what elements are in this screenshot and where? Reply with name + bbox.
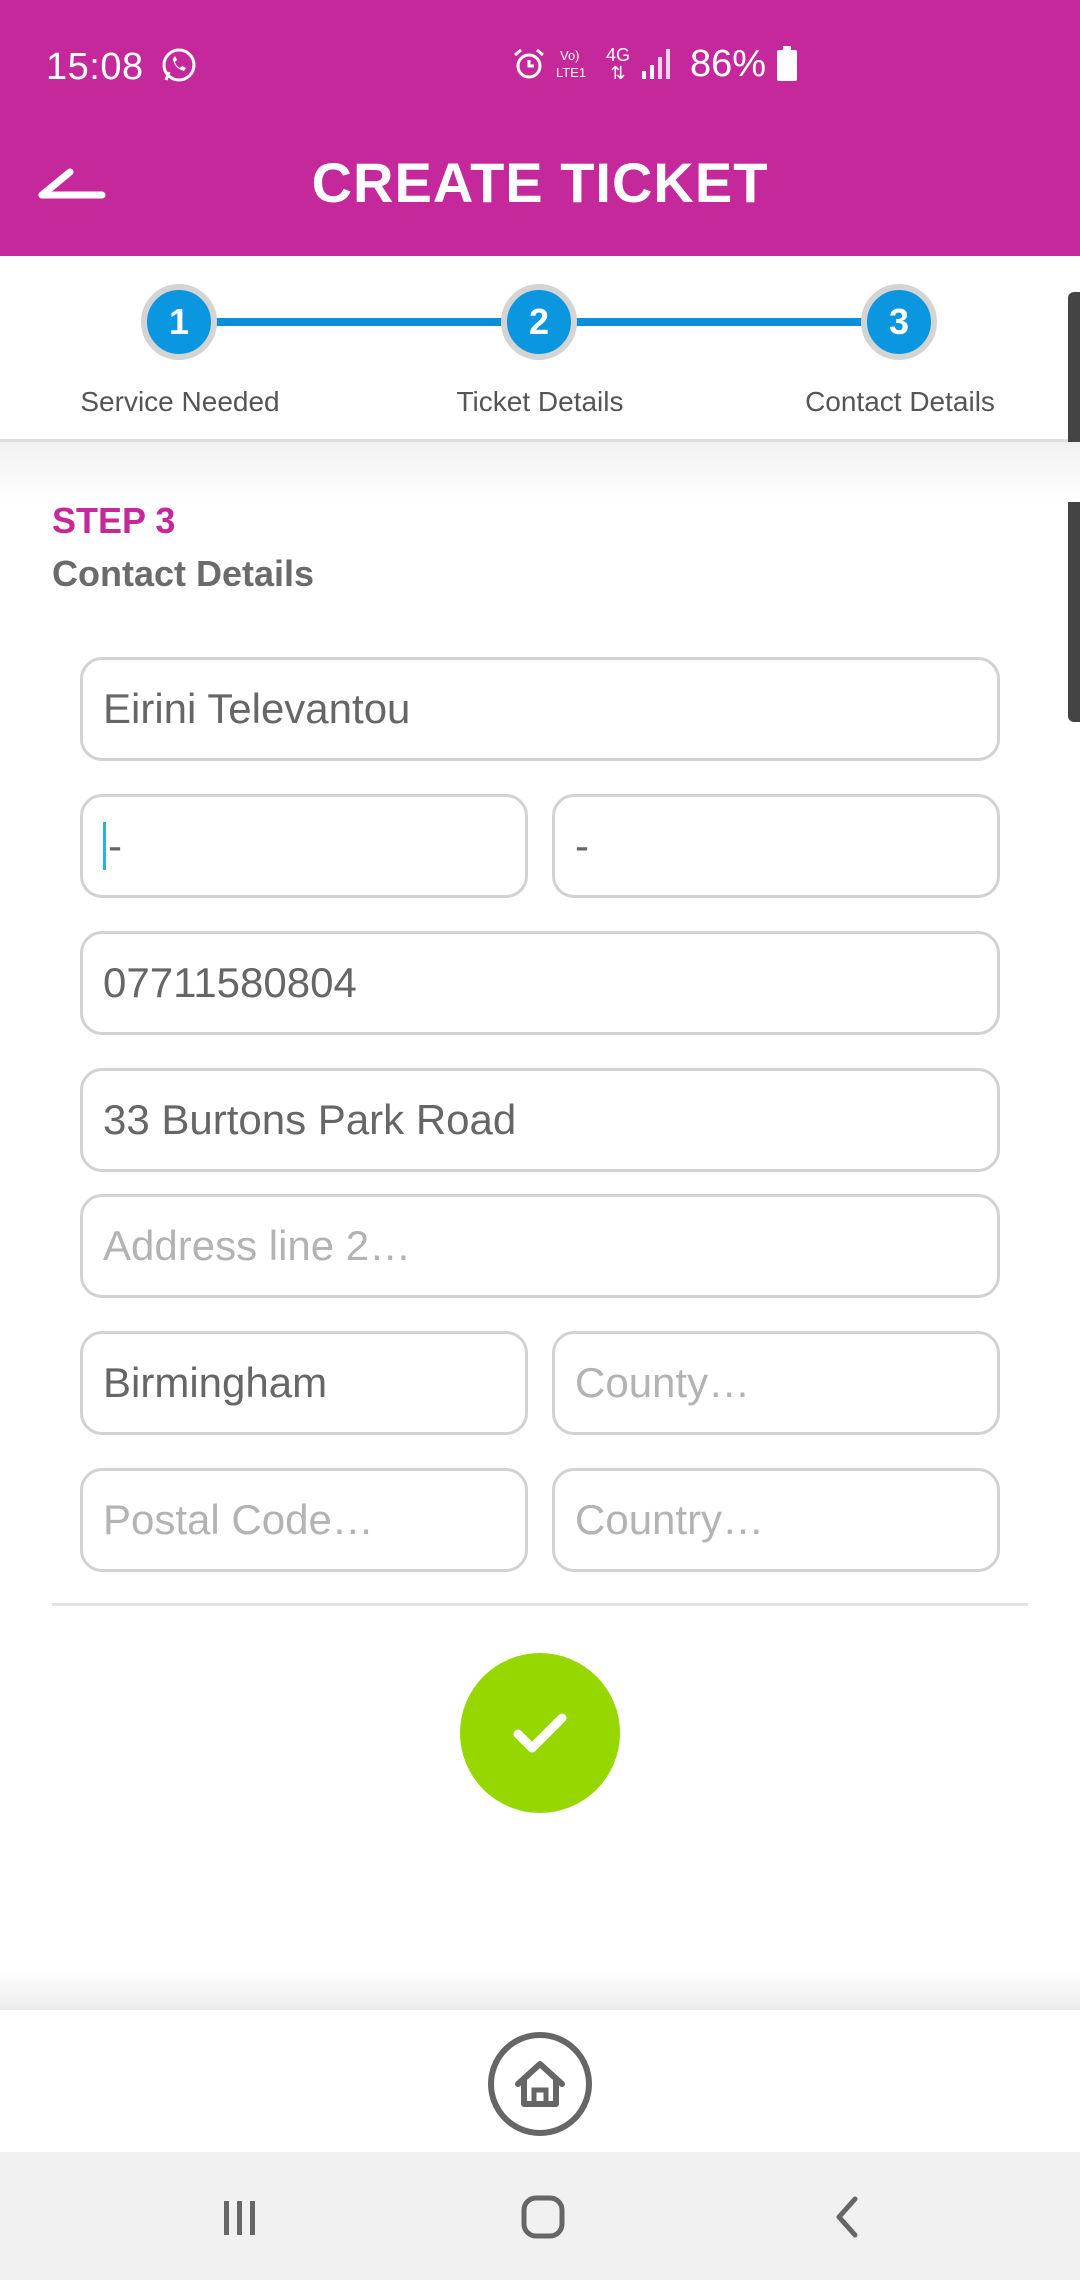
battery-percent: 86% <box>690 42 767 85</box>
bottom-shadow <box>0 1970 1080 2010</box>
progress-stepper: 1 2 3 Service Needed Ticket Details Cont… <box>0 256 1080 442</box>
svg-text:Vo): Vo) <box>560 48 580 63</box>
signal-icon <box>642 49 671 79</box>
status-bar: 15:08 Vo) LTE1 4G ⇅ 86% <box>0 0 1080 130</box>
section-shadow <box>0 442 1080 502</box>
system-nav-bar <box>0 2152 1080 2280</box>
country-placeholder: Country… <box>575 1496 765 1543</box>
step-3-indicator[interactable]: 3 <box>861 284 937 360</box>
nav-home-button[interactable] <box>508 2182 578 2252</box>
postal-code-placeholder: Postal Code… <box>103 1496 374 1543</box>
home-icon <box>515 2061 565 2107</box>
address-line-1-field[interactable]: 33 Burtons Park Road <box>80 1068 1000 1172</box>
phone-value: 07711580804 <box>103 959 357 1006</box>
checkmark-icon <box>513 1713 567 1753</box>
scrollbar[interactable] <box>1068 292 1080 722</box>
home-button[interactable] <box>488 2032 592 2136</box>
contact-field-a[interactable]: - <box>80 794 528 898</box>
county-field[interactable]: County… <box>552 1331 1000 1435</box>
recents-button[interactable] <box>205 2182 275 2252</box>
city-field[interactable]: Birmingham <box>80 1331 528 1435</box>
field-b-value: - <box>575 822 589 869</box>
phone-field[interactable]: 07711580804 <box>80 931 1000 1035</box>
app-header: 15:08 Vo) LTE1 4G ⇅ 86% CREATE TICKET <box>0 0 1080 256</box>
step-1-indicator[interactable]: 1 <box>141 284 217 360</box>
section-title: Contact Details <box>52 553 315 594</box>
text-cursor <box>103 822 106 870</box>
whatsapp-icon <box>162 48 196 82</box>
alarm-icon <box>514 48 544 79</box>
address-line-2-placeholder: Address line 2… <box>103 1222 412 1269</box>
page-title: CREATE TICKET <box>311 151 769 214</box>
submit-button[interactable] <box>460 1653 620 1813</box>
postal-code-field[interactable]: Postal Code… <box>80 1468 528 1572</box>
form-divider <box>52 1603 1028 1606</box>
status-time: 15:08 <box>46 46 144 88</box>
step-1-label: Service Needed <box>80 386 280 417</box>
country-field[interactable]: Country… <box>552 1468 1000 1572</box>
address-line-2-field[interactable]: Address line 2… <box>80 1194 1000 1298</box>
volte-icon: Vo) LTE1 <box>556 48 586 80</box>
svg-text:LTE1: LTE1 <box>556 65 586 80</box>
address-line-1-value: 33 Burtons Park Road <box>103 1096 517 1143</box>
network-type: 4G ⇅ <box>606 45 631 83</box>
step-2-label: Ticket Details <box>456 386 624 417</box>
step-kicker: STEP 3 <box>52 500 176 541</box>
nav-back-icon <box>836 2196 858 2238</box>
county-placeholder: County… <box>575 1359 751 1406</box>
nav-home-icon <box>521 2195 565 2239</box>
status-icons: Vo) LTE1 4G ⇅ 86% <box>512 42 798 85</box>
city-value: Birmingham <box>103 1359 328 1406</box>
name-field[interactable]: Eirini Televantou <box>80 657 1000 761</box>
step-2-indicator[interactable]: 2 <box>501 284 577 360</box>
contact-field-b[interactable]: - <box>552 794 1000 898</box>
recents-icon <box>224 2201 255 2235</box>
nav-back-button[interactable] <box>812 2182 882 2252</box>
battery-icon <box>777 46 798 81</box>
field-a-value: - <box>108 822 122 869</box>
data-arrows-icon: ⇅ <box>610 63 626 83</box>
step-3-label: Contact Details <box>805 386 995 417</box>
name-value: Eirini Televantou <box>103 685 411 732</box>
